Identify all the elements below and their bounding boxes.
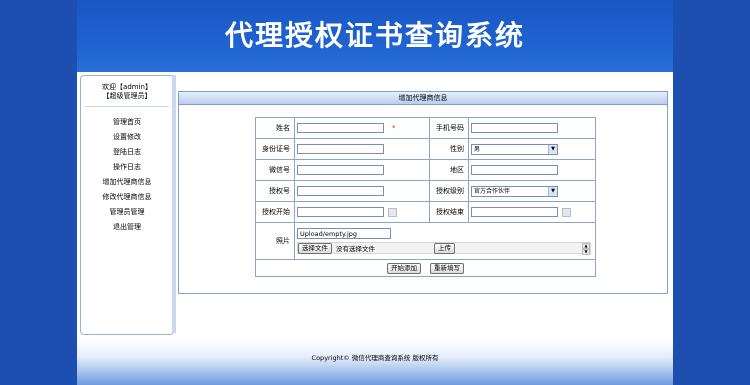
agent-form: 姓名 * 手机号码 身份证号 性别 男 ▼ 微信号 地区 授权号 授权级别 官方… (255, 117, 596, 277)
sidebar-menu: 管理首页 设置修改 登陆日志 操作日志 增加代理商信息 修改代理商信息 管理员管… (81, 115, 173, 235)
chevron-down-icon: ▼ (548, 186, 557, 196)
photo-label: 照片 (255, 222, 295, 260)
name-input[interactable] (297, 123, 384, 133)
form-row: 授权号 授权级别 官方合作伙伴 ▼ (255, 180, 596, 202)
right-background (673, 0, 750, 385)
sidebar-item-login-log[interactable]: 登陆日志 (81, 145, 173, 160)
name-cell: * (294, 117, 430, 139)
region-cell (468, 159, 596, 181)
region-input[interactable] (471, 165, 558, 175)
add-agent-panel: 增加代理商信息 姓名 * 手机号码 身份证号 性别 男 ▼ 微信号 地区 授权号… (178, 91, 668, 294)
submit-button[interactable]: 开始添加 (387, 262, 422, 274)
gender-label: 性别 (429, 138, 469, 160)
gender-cell: 男 ▼ (468, 138, 596, 160)
form-row: 姓名 * 手机号码 (255, 117, 596, 139)
wechat-cell (294, 159, 430, 181)
choose-file-button[interactable]: 选择文件 (298, 242, 332, 254)
sidebar-item-settings[interactable]: 设置修改 (81, 130, 173, 145)
sidebar-item-edit-agent[interactable]: 修改代理商信息 (81, 190, 173, 205)
gender-value: 男 (474, 145, 481, 153)
chevron-down-icon: ▼ (548, 144, 557, 154)
welcome-box: 欢迎【admin】 【超级管理员】 (85, 76, 169, 107)
sidebar-item-admin-manage[interactable]: 管理员管理 (81, 205, 173, 220)
calendar-icon[interactable] (562, 207, 571, 217)
id-input[interactable] (297, 144, 384, 154)
sidebar-item-home[interactable]: 管理首页 (81, 115, 173, 130)
auth-no-label: 授权号 (255, 180, 295, 202)
form-row: 授权开始 授权结束 (255, 201, 596, 223)
wechat-label: 微信号 (255, 159, 295, 181)
scroll-down-icon[interactable]: ▼ (582, 248, 590, 255)
form-row: 身份证号 性别 男 ▼ (255, 138, 596, 160)
photo-path-input[interactable]: Upload/empty.jpg (297, 228, 391, 239)
region-label: 地区 (429, 159, 469, 181)
level-value: 官方合作伙伴 (474, 187, 511, 195)
end-label: 授权结束 (429, 201, 469, 223)
end-cell (468, 201, 596, 223)
welcome-role: 【超级管理员】 (102, 92, 152, 100)
actions-cell: 开始添加 重新填写 (255, 259, 596, 277)
gender-select[interactable]: 男 ▼ (471, 143, 558, 155)
sidebar-item-logout[interactable]: 退出管理 (81, 220, 173, 235)
level-label: 授权级别 (429, 180, 469, 202)
start-date-input[interactable] (297, 207, 384, 217)
auth-no-input[interactable] (297, 186, 384, 196)
header-banner: 代理授权证书查询系统 (77, 0, 673, 72)
wechat-input[interactable] (297, 165, 384, 175)
phone-cell (468, 117, 596, 139)
system-title: 代理授权证书查询系统 (224, 19, 525, 52)
panel-title: 增加代理商信息 (179, 92, 667, 105)
welcome-user: 欢迎【admin】 (102, 83, 152, 91)
footer: Copyright© 微信代理商查询系统 版权所有 (77, 338, 673, 385)
level-cell: 官方合作伙伴 ▼ (468, 180, 596, 202)
no-file-text: 没有选择文件 (336, 245, 375, 253)
form-row: 开始添加 重新填写 (255, 259, 596, 277)
level-select[interactable]: 官方合作伙伴 ▼ (471, 185, 558, 197)
form-row: 微信号 地区 (255, 159, 596, 181)
end-date-input[interactable] (471, 207, 558, 217)
start-label: 授权开始 (255, 201, 295, 223)
sidebar-item-operation-log[interactable]: 操作日志 (81, 160, 173, 175)
phone-input[interactable] (471, 123, 558, 133)
form-row: 照片 Upload/empty.jpg 选择文件 没有选择文件 上传 ▲ ▼ (255, 222, 596, 260)
start-cell (294, 201, 430, 223)
upload-button[interactable]: 上传 (434, 242, 455, 254)
left-background (0, 0, 77, 385)
reset-button[interactable]: 重新填写 (429, 262, 464, 274)
id-cell (294, 138, 430, 160)
upload-frame: 选择文件 没有选择文件 上传 ▲ ▼ (297, 242, 591, 255)
sidebar-divider (172, 75, 176, 333)
sidebar-item-add-agent[interactable]: 增加代理商信息 (81, 175, 173, 190)
name-label: 姓名 (255, 117, 295, 139)
phone-label: 手机号码 (429, 117, 469, 139)
calendar-icon[interactable] (388, 207, 397, 217)
auth-no-cell (294, 180, 430, 202)
upload-scrollbar[interactable]: ▲ ▼ (582, 242, 590, 255)
required-mark: * (392, 124, 396, 132)
id-label: 身份证号 (255, 138, 295, 160)
copyright-text: Copyright© 微信代理商查询系统 版权所有 (311, 354, 439, 362)
photo-cell: Upload/empty.jpg 选择文件 没有选择文件 上传 ▲ ▼ (294, 222, 596, 260)
sidebar: 欢迎【admin】 【超级管理员】 管理首页 设置修改 登陆日志 操作日志 增加… (80, 75, 174, 335)
